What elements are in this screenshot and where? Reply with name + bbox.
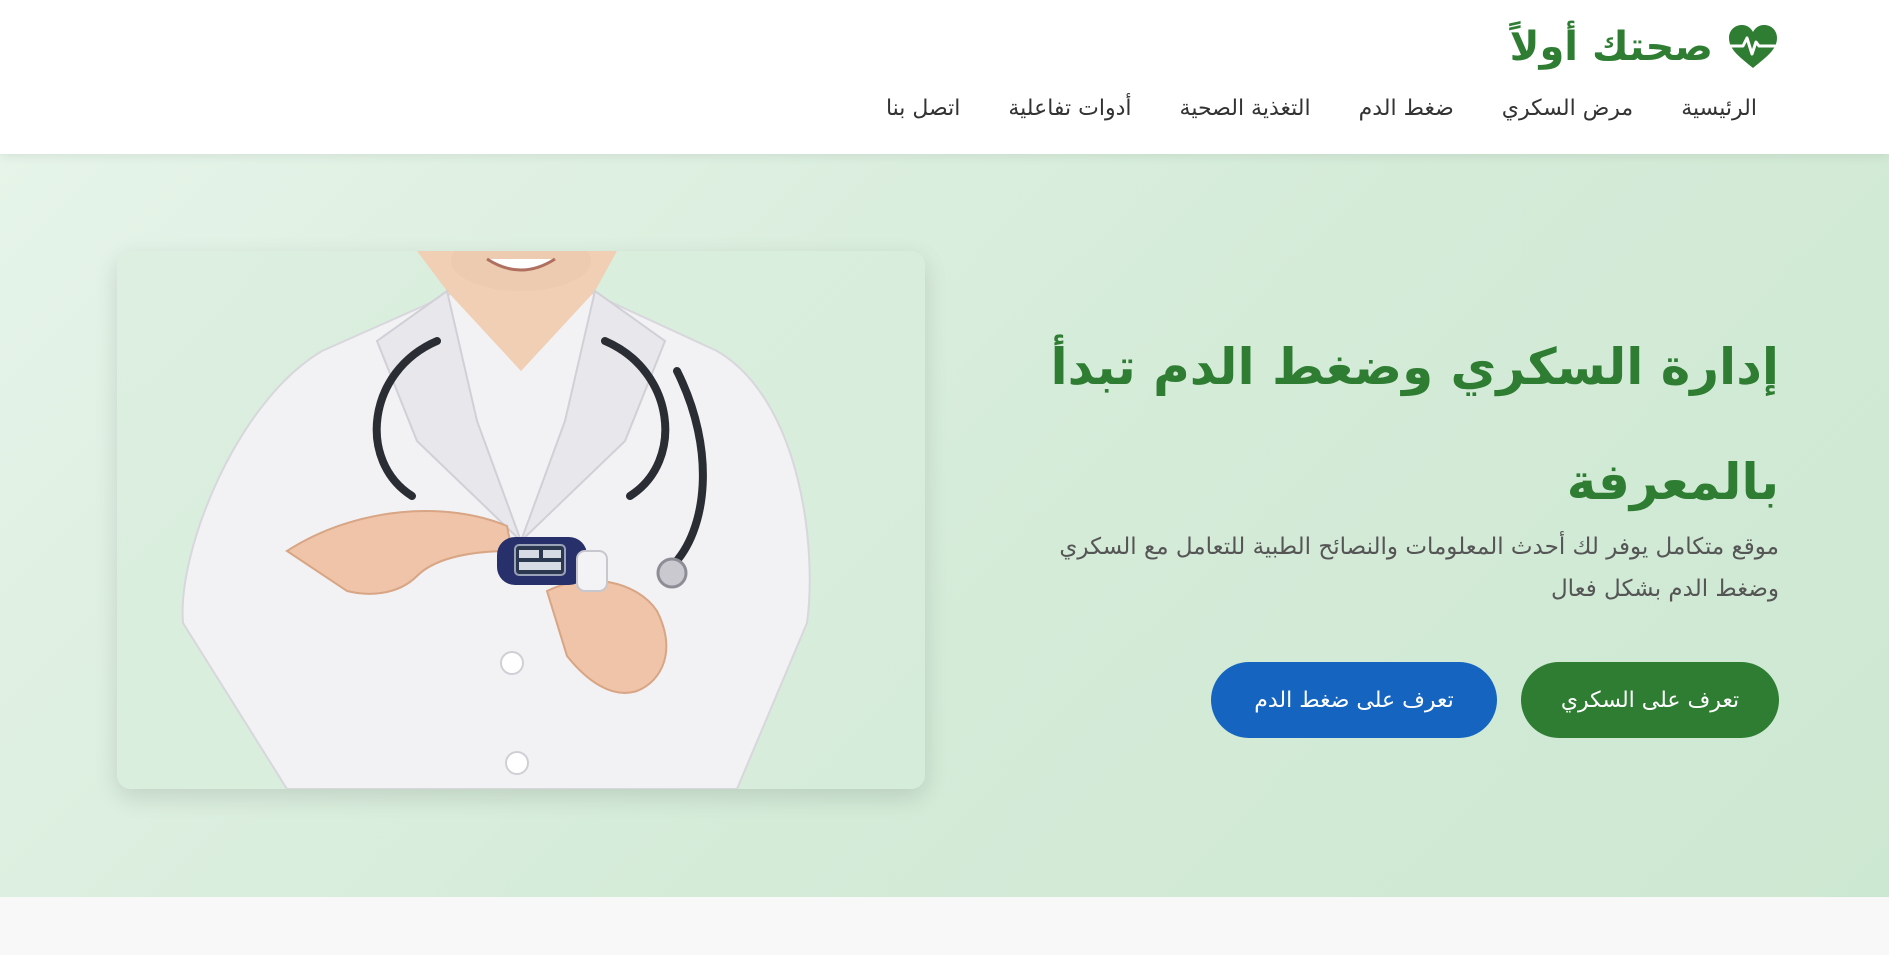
nav-item-healthy-nutrition[interactable]: التغذية الصحية [1180,96,1311,121]
doctor-with-oximeter-image [117,251,925,789]
hero-section: إدارة السكري وضغط الدم تبدأ بالمعرفة موق… [0,154,1889,897]
site-logo[interactable]: صحتك أولاً [1510,24,1779,70]
nav-item-interactive-tools[interactable]: أدوات تفاعلية [1008,96,1131,121]
next-section [0,897,1889,955]
nav-item-home[interactable]: الرئيسية [1681,96,1757,121]
hero-title: إدارة السكري وضغط الدم تبدأ بالمعرفة [1050,338,1779,511]
nav-item-blood-pressure[interactable]: ضغط الدم [1359,96,1454,121]
nav-item-diabetes[interactable]: مرض السكري [1502,96,1633,121]
main-nav: الرئيسية مرض السكري ضغط الدم التغذية الص… [886,96,1757,121]
site-header: صحتك أولاً الرئيسية مرض السكري ضغط الدم … [0,0,1889,154]
heart-pulse-icon [1727,24,1779,70]
nav-item-contact[interactable]: اتصل بنا [886,96,960,121]
hero-buttons: تعرف على السكري تعرف على ضغط الدم [1211,662,1779,738]
learn-diabetes-button[interactable]: تعرف على السكري [1521,662,1779,738]
hero-subtitle: موقع متكامل يوفر لك أحدث المعلومات والنص… [1059,534,1779,602]
learn-blood-pressure-button[interactable]: تعرف على ضغط الدم [1211,662,1497,738]
logo-text: صحتك أولاً [1509,24,1713,70]
